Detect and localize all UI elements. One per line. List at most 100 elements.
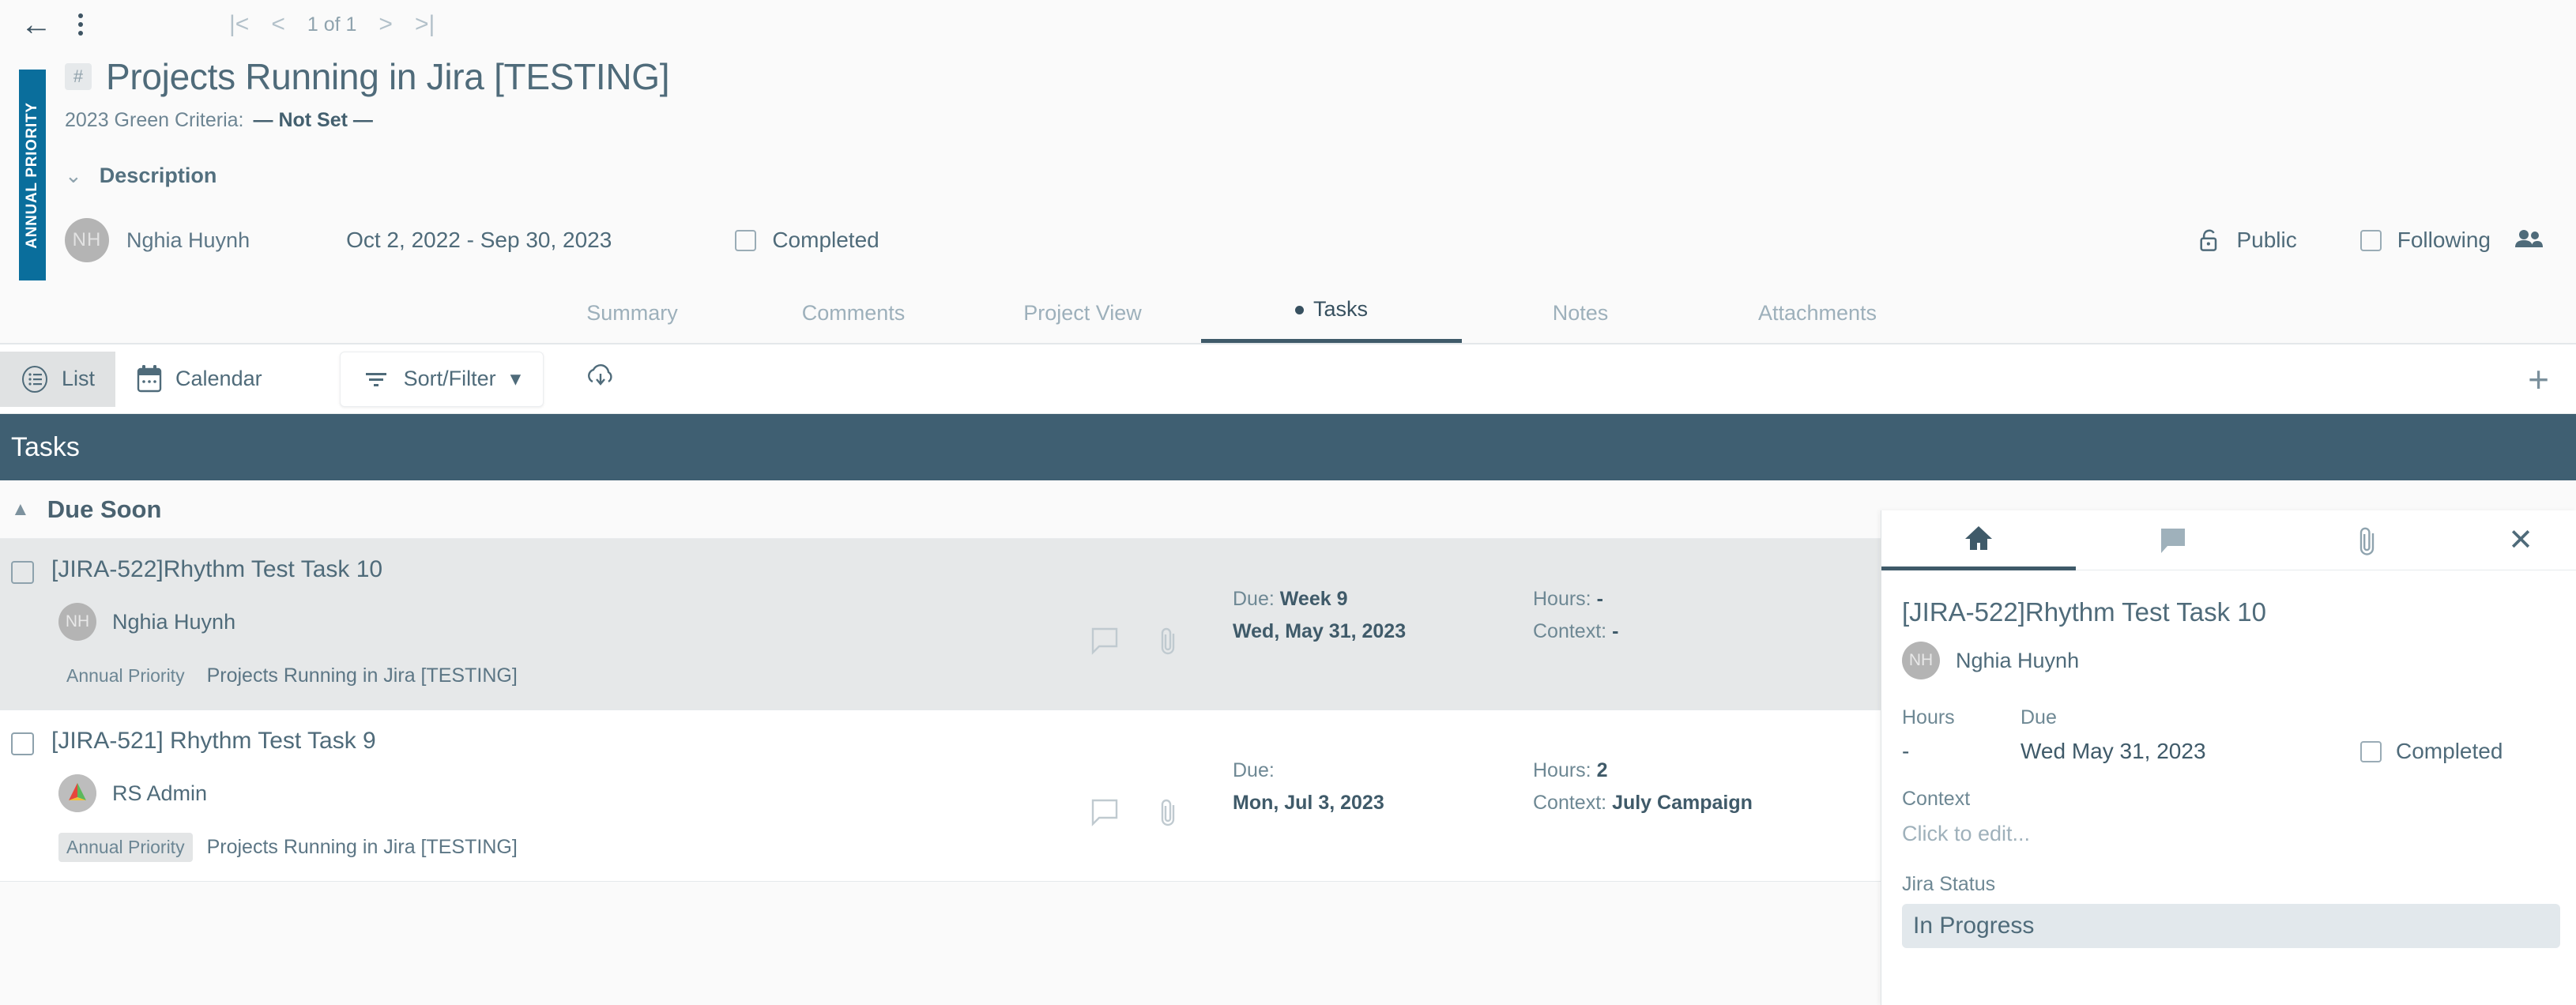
panel-due-value[interactable]: Wed May 31, 2023	[2021, 739, 2360, 764]
task-assignee[interactable]: RS Admin	[58, 774, 1090, 812]
task-type-chip: Annual Priority	[66, 665, 185, 686]
view-list-button[interactable]: List	[0, 351, 116, 407]
criteria-value[interactable]: — Not Set —	[254, 109, 373, 132]
due-label: Due:	[1233, 588, 1275, 610]
panel-due-label: Due	[2021, 706, 2057, 728]
sort-filter-button[interactable]: Sort/Filter ▾	[339, 351, 544, 407]
comment-icon[interactable]	[1090, 798, 1122, 830]
panel-hours-label: Hours	[1902, 706, 1955, 728]
panel-tab-attachments[interactable]	[2271, 510, 2465, 570]
task-type-chip: Annual Priority	[58, 833, 193, 862]
task-hours-context-cell: Hours: - Context: -	[1533, 556, 1817, 691]
visibility-controls: Public Following	[2198, 228, 2544, 254]
annual-priority-strip-label: ANNUAL PRIORITY	[24, 101, 40, 249]
chevron-up-icon: ▲	[11, 498, 30, 520]
tab-project-view[interactable]: Project View	[964, 301, 1201, 343]
panel-tab-comments[interactable]	[2076, 510, 2270, 570]
completed-toggle[interactable]: Completed	[735, 228, 879, 253]
public-toggle[interactable]: Public	[2198, 228, 2297, 253]
overflow-menu-button[interactable]	[58, 2, 103, 47]
task-tags: Annual Priority Projects Running in Jira…	[58, 833, 1090, 862]
record-meta-row: NH Nghia Huynh Oct 2, 2022 - Sep 30, 202…	[0, 215, 2576, 265]
date-range[interactable]: Oct 2, 2022 - Sep 30, 2023	[346, 228, 612, 253]
last-page-icon[interactable]: >|	[415, 11, 435, 38]
tab-tasks[interactable]: Tasks	[1201, 297, 1462, 343]
close-icon: ✕	[2508, 524, 2533, 557]
task-assignee[interactable]: NH Nghia Huynh	[58, 603, 1090, 641]
description-label: Description	[99, 164, 217, 187]
due-label: Due:	[1233, 759, 1275, 781]
unlock-icon	[2200, 229, 2217, 251]
tab-notes[interactable]: Notes	[1462, 301, 1699, 343]
hours-label: Hours:	[1533, 759, 1591, 781]
context-value: -	[1612, 619, 1619, 642]
task-complete-checkbox[interactable]	[11, 561, 34, 584]
context-label: Context:	[1533, 619, 1607, 642]
rhythm-logo-icon	[58, 774, 96, 812]
record-pager: |< < 1 of 1 > >|	[229, 11, 435, 38]
hash-glyph: #	[73, 66, 84, 86]
top-navigation-bar: ← |< < 1 of 1 > >|	[0, 0, 2576, 49]
task-row-icons	[1090, 556, 1233, 691]
panel-context-input[interactable]: Click to edit...	[1902, 822, 2576, 846]
home-icon	[1965, 526, 1993, 550]
tab-attachments[interactable]: Attachments	[1699, 301, 1936, 343]
due-date: Mon, Jul 3, 2023	[1233, 791, 1384, 814]
add-task-button[interactable]: +	[2528, 361, 2549, 397]
panel-task-title: [JIRA-522]Rhythm Test Task 10	[1902, 597, 2266, 627]
people-icon[interactable]	[2513, 228, 2544, 254]
task-project-link[interactable]: Projects Running in Jira [TESTING]	[207, 836, 518, 859]
task-tags: Annual Priority Projects Running in Jira…	[58, 661, 1090, 691]
task-main-cell: [JIRA-522]Rhythm Test Task 10 NH Nghia H…	[0, 556, 1090, 691]
next-page-icon[interactable]: >	[378, 11, 393, 38]
panel-completed-toggle[interactable]: Completed	[2360, 739, 2503, 764]
tasks-toolbar: List Calendar Sort/Filter ▾ +	[0, 344, 2576, 414]
chevron-down-icon: ⌄	[65, 164, 82, 187]
page-title[interactable]: Projects Running in Jira [TESTING]	[106, 55, 670, 98]
panel-tab-home[interactable]	[1881, 510, 2077, 570]
record-header: # Projects Running in Jira [TESTING] 202…	[0, 49, 2576, 132]
list-icon	[22, 365, 47, 393]
hours-value: 2	[1596, 759, 1608, 781]
task-project-link[interactable]: Projects Running in Jira [TESTING]	[207, 664, 518, 687]
owner-name[interactable]: Nghia Huynh	[126, 228, 250, 253]
tasks-section-header: Tasks	[0, 414, 2576, 480]
task-title-row: [JIRA-521] Rhythm Test Task 9	[11, 728, 1090, 755]
back-button[interactable]: ←	[14, 2, 58, 47]
calendar-icon	[137, 364, 162, 392]
prev-page-icon[interactable]: <	[271, 11, 285, 38]
paperclip-icon[interactable]	[1158, 796, 1179, 832]
annual-priority-strip: ANNUAL PRIORITY	[19, 70, 46, 280]
panel-hours-value[interactable]: -	[1902, 739, 2021, 764]
panel-completed-checkbox[interactable]	[2360, 740, 2382, 762]
task-row-icons	[1090, 728, 1233, 862]
view-calendar-button[interactable]: Calendar	[115, 351, 283, 407]
following-checkbox[interactable]	[2359, 229, 2382, 251]
tab-comments[interactable]: Comments	[743, 301, 964, 343]
panel-assignee: NH Nghia Huynh	[1881, 627, 2576, 679]
panel-field-labels: Hours Due	[1902, 706, 2576, 729]
chevron-down-icon: ▾	[510, 367, 522, 390]
first-page-icon[interactable]: |<	[229, 11, 249, 38]
download-cloud-icon[interactable]	[583, 361, 618, 397]
description-toggle[interactable]: ⌄ Description	[65, 164, 2576, 188]
task-title[interactable]: [JIRA-522]Rhythm Test Task 10	[51, 556, 382, 583]
task-complete-checkbox[interactable]	[11, 732, 34, 755]
paperclip-icon[interactable]	[1158, 625, 1179, 661]
task-due-cell: Due: Mon, Jul 3, 2023	[1233, 728, 1533, 862]
comment-icon[interactable]	[1090, 627, 1122, 659]
tab-summary[interactable]: Summary	[522, 301, 743, 343]
task-title[interactable]: [JIRA-521] Rhythm Test Task 9	[51, 728, 376, 755]
panel-close-button[interactable]: ✕	[2465, 522, 2576, 558]
app-root: ← |< < 1 of 1 > >| ANNUAL PRIORITY # Pro…	[0, 0, 2576, 1005]
completed-checkbox[interactable]	[735, 229, 757, 251]
criteria-row: 2023 Green Criteria: — Not Set —	[65, 109, 2576, 132]
panel-jira-status-label: Jira Status	[1902, 873, 1996, 895]
following-toggle[interactable]: Following	[2359, 228, 2491, 253]
panel-tabs: ✕	[1881, 510, 2576, 570]
panel-jira-status-value[interactable]: In Progress	[1902, 904, 2560, 948]
avatar: NH	[58, 603, 96, 641]
tab-tasks-label: Tasks	[1312, 297, 1369, 321]
avatar: NH	[65, 218, 109, 262]
pager-label: 1 of 1	[307, 13, 357, 36]
